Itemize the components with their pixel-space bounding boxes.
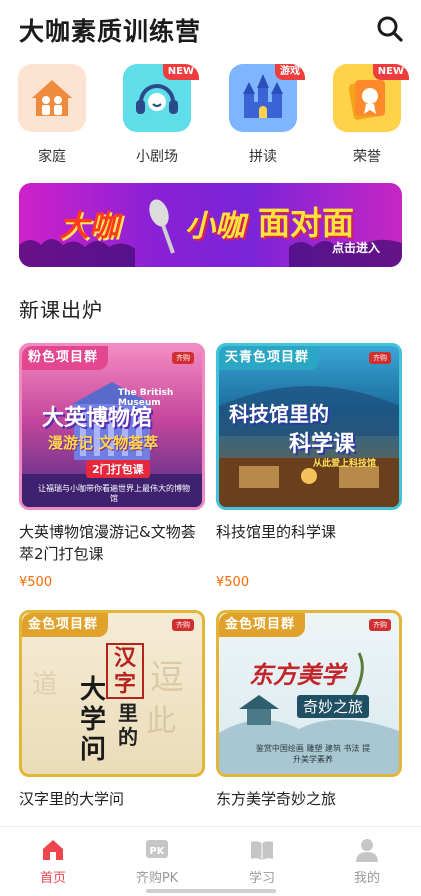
category-label: 荣誉 — [353, 149, 381, 165]
svg-text:道: 道 — [32, 670, 58, 700]
cover-extra: 2门打包课 — [86, 460, 150, 478]
page-title: 大咖素质训练营 — [19, 17, 202, 46]
tab-label: 首页 — [39, 871, 66, 886]
svg-text:PK: PK — [149, 846, 165, 857]
svg-text:此: 此 — [146, 704, 176, 739]
group-buy-tag: 齐购 — [369, 619, 391, 631]
tab-home[interactable]: 首页 — [3, 827, 103, 896]
tab-label: 齐购PK — [135, 871, 179, 886]
new-badge: NEW — [162, 64, 199, 80]
course-card[interactable]: 金色项目群 齐购 东方美学 奇妙之旅 鉴赏中国绘画 雕塑 建筑 书法 提升美学素… — [216, 610, 402, 820]
group-buy-tag: 齐购 — [369, 352, 391, 364]
search-icon[interactable] — [375, 14, 405, 44]
section-title: 新课出炉 — [19, 298, 103, 322]
promo-banner[interactable]: 大咖 小咖 面对面 点击进入 — [19, 183, 402, 267]
cover-title: 科技馆里的 — [229, 402, 329, 426]
cover-title: 大英博物馆 — [42, 406, 153, 431]
category-label: 拼读 — [249, 149, 277, 165]
bottom-tab-bar: 首页 PK 齐购PK 学习 我的 — [0, 826, 421, 896]
course-name: 汉字里的大学问 — [19, 790, 125, 808]
course-card[interactable]: 粉色项目群 齐购 The British Museum 大英博物馆 漫游记 文物… — [19, 343, 205, 593]
banner-text-big: 大咖 — [59, 209, 119, 244]
svg-text:逗: 逗 — [150, 658, 184, 698]
course-card[interactable]: 天青色项目群 齐购 科技馆里的 科学课 从此爱上科技馆 科技馆里的科学课 ¥50… — [216, 343, 402, 593]
cover-title: 汉字 — [106, 643, 144, 699]
pk-icon: PK — [146, 840, 168, 858]
project-group-ribbon: 金色项目群 — [22, 613, 109, 637]
group-buy-tag: 齐购 — [172, 619, 194, 631]
cover-title: 东方美学 — [249, 660, 345, 689]
course-cover[interactable]: 粉色项目群 齐购 The British Museum 大英博物馆 漫游记 文物… — [19, 343, 205, 510]
project-group-ribbon: 天青色项目群 — [219, 346, 320, 370]
course-card[interactable]: 逗 此 道 金色项目群 齐购 汉字 里的 大学问 汉字里的大学问 — [19, 610, 205, 820]
course-name: 大英博物馆漫游记&文物荟萃2门打包课 — [19, 523, 196, 563]
new-badge: NEW — [372, 64, 409, 80]
category-label: 小剧场 — [136, 149, 178, 165]
course-name: 东方美学奇妙之旅 — [216, 790, 337, 808]
family-icon — [18, 64, 86, 132]
tab-label: 学习 — [248, 871, 275, 886]
tab-label: 我的 — [353, 871, 380, 886]
cover-subtitle: 奇妙之旅 — [297, 695, 370, 718]
project-group-ribbon: 金色项目群 — [219, 613, 306, 637]
home-indicator — [146, 889, 276, 893]
banner-enter-link[interactable]: 点击进入 — [332, 239, 380, 256]
app-header: 大咖素质训练营 — [0, 0, 421, 58]
category-label: 家庭 — [38, 149, 66, 165]
person-icon — [356, 839, 378, 862]
course-price: ¥500 — [19, 575, 53, 590]
cover-subtitle: 科学课 — [289, 432, 356, 457]
game-badge: 游戏 — [275, 64, 305, 80]
cover-extra: 大学问 — [80, 675, 107, 765]
course-price: ¥500 — [216, 575, 250, 590]
home-icon — [43, 840, 63, 860]
cover-description: 鉴赏中国绘画 雕塑 建筑 书法 提升美学素养 — [255, 744, 371, 764]
category-theater[interactable]: NEW 小剧场 — [117, 64, 199, 165]
tab-mine[interactable]: 我的 — [317, 827, 417, 896]
cover-subtitle: 漫游记 文物荟萃 — [48, 434, 159, 452]
banner-text-face: 面对面 — [258, 204, 355, 242]
course-cover[interactable]: 天青色项目群 齐购 科技馆里的 科学课 从此爱上科技馆 — [216, 343, 402, 510]
category-phonics[interactable]: 游戏 拼读 — [223, 64, 305, 165]
cover-description: 让福瑞与小咖带你看遍世界上最伟大的博物馆 — [38, 484, 190, 503]
group-buy-tag: 齐购 — [172, 352, 194, 364]
banner-text-small: 小咖 — [185, 209, 245, 244]
tab-study[interactable]: 学习 — [212, 827, 312, 896]
project-group-ribbon: 粉色项目群 — [22, 346, 109, 370]
course-cover[interactable]: 逗 此 道 金色项目群 齐购 汉字 里的 大学问 — [19, 610, 205, 777]
course-cover[interactable]: 金色项目群 齐购 东方美学 奇妙之旅 鉴赏中国绘画 雕塑 建筑 书法 提升美学素… — [216, 610, 402, 777]
tab-group-buy-pk[interactable]: PK 齐购PK — [107, 827, 207, 896]
course-name: 科技馆里的科学课 — [216, 523, 337, 541]
category-row: 家庭 NEW 小剧场 游戏 拼读 NEW 荣誉 — [0, 64, 421, 165]
book-icon — [251, 841, 273, 860]
cover-description: 从此爱上科技馆 — [313, 459, 377, 469]
category-honor[interactable]: NEW 荣誉 — [327, 64, 409, 165]
cover-subtitle: 里的 — [118, 701, 138, 749]
category-family[interactable]: 家庭 — [12, 64, 92, 165]
